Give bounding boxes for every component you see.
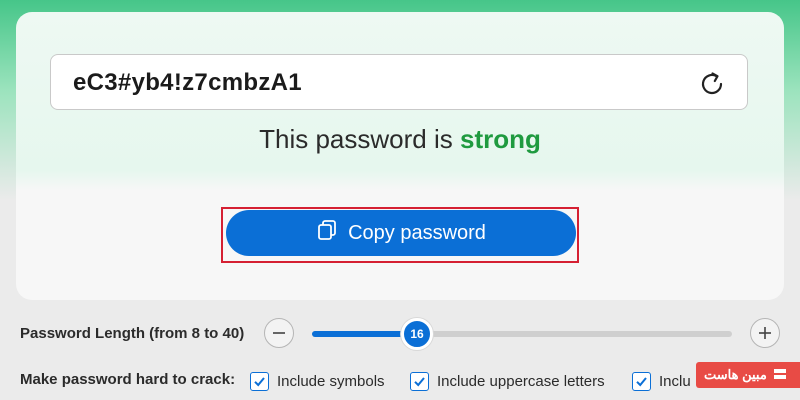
- plus-icon[interactable]: [750, 318, 780, 348]
- options-row: Make password hard to crack: Include sym…: [0, 364, 800, 400]
- length-slider-track[interactable]: [312, 331, 732, 337]
- strength-prefix: This password is: [259, 124, 453, 154]
- password-value[interactable]: eC3#yb4!z7cmbzA1: [73, 55, 302, 111]
- watermark-logo: مبین هاست: [696, 362, 800, 388]
- password-field[interactable]: eC3#yb4!z7cmbzA1: [50, 54, 748, 110]
- strength-message: This password is strong: [16, 124, 784, 155]
- checkbox-symbols[interactable]: [250, 371, 269, 391]
- minus-icon[interactable]: [264, 318, 294, 348]
- option-label: Include symbols: [277, 372, 385, 390]
- checkbox-uppercase[interactable]: [410, 371, 429, 391]
- copy-button-label: Copy password: [348, 221, 486, 244]
- option-label: Include uppercase letters: [437, 372, 605, 390]
- option-include-symbols[interactable]: Include symbols: [250, 370, 385, 392]
- length-row: Password Length (from 8 to 40) 16: [0, 315, 800, 351]
- option-include-uppercase[interactable]: Include uppercase letters: [410, 370, 605, 392]
- options-label: Make password hard to crack:: [20, 371, 236, 388]
- length-slider-thumb[interactable]: 16: [401, 318, 433, 350]
- copy-icon: [316, 219, 338, 247]
- watermark-icon: [773, 367, 787, 384]
- refresh-icon[interactable]: [695, 67, 729, 101]
- length-label: Password Length (from 8 to 40): [20, 325, 245, 342]
- watermark-text: مبین هاست: [704, 367, 767, 382]
- copy-password-button[interactable]: Copy password: [226, 210, 576, 256]
- option-include-third[interactable]: Inclu: [632, 370, 691, 392]
- password-generator-card: eC3#yb4!z7cmbzA1 This password is strong…: [16, 12, 784, 300]
- strength-level: strong: [459, 124, 541, 154]
- option-label: Inclu: [659, 372, 691, 390]
- checkbox-third[interactable]: [632, 371, 651, 391]
